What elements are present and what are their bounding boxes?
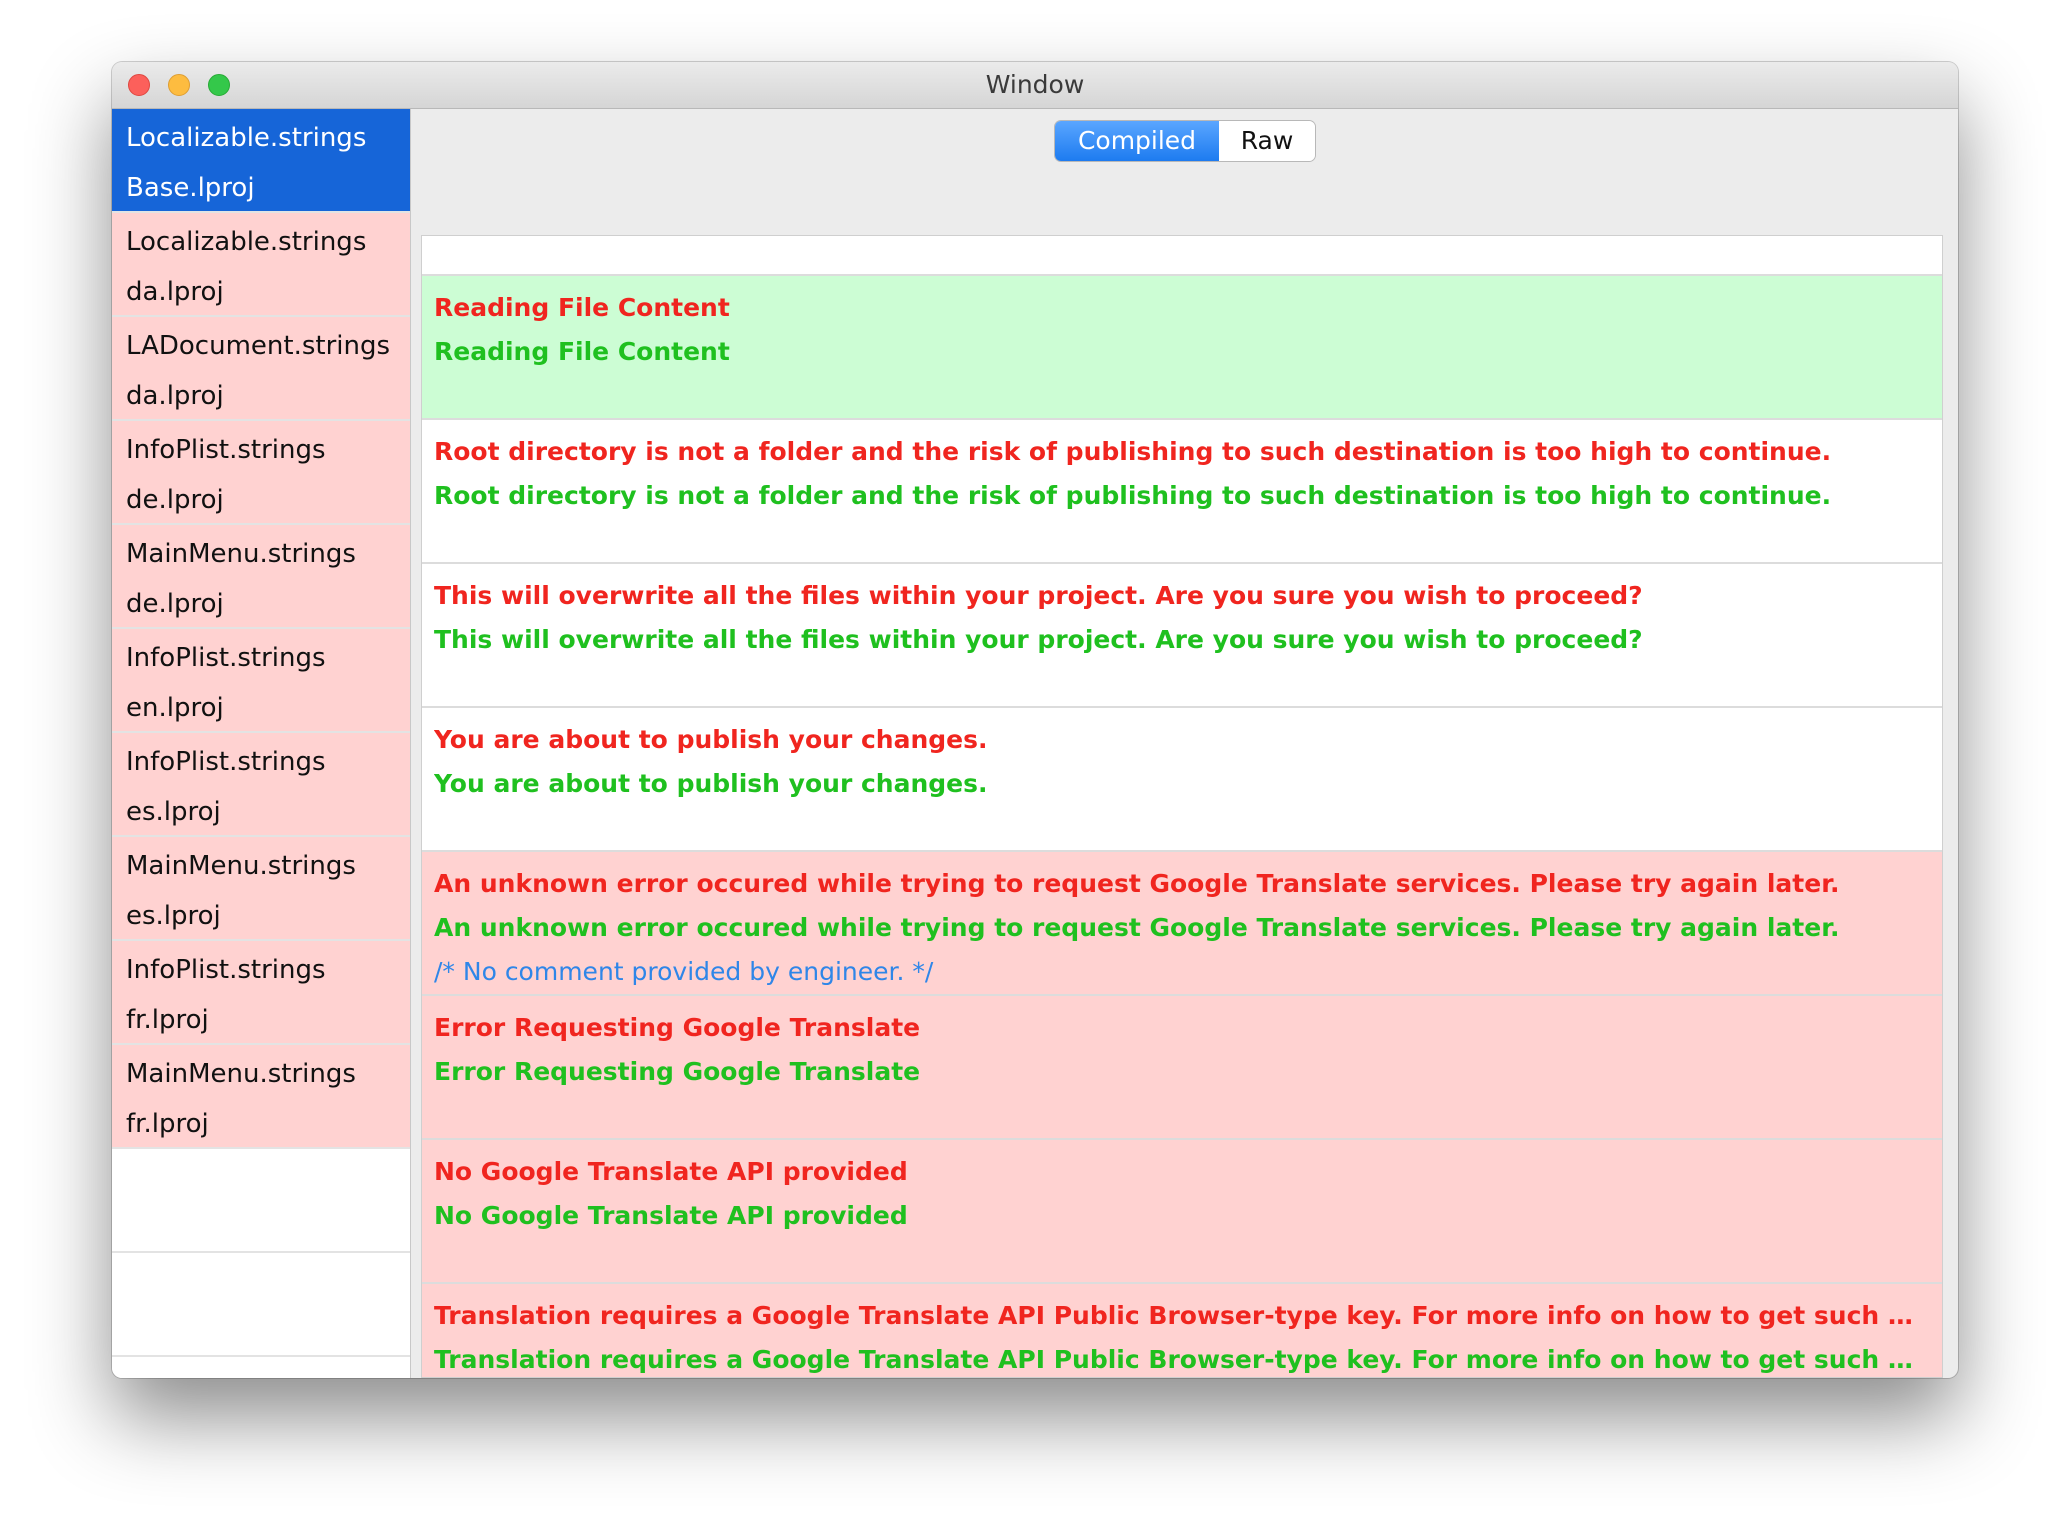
app-window: Window Localizable.strings Base.lproj Loca… <box>112 62 1958 1378</box>
sidebar-file-name: InfoPlist.strings <box>126 643 326 673</box>
sidebar-file-name: MainMenu.strings <box>126 851 356 881</box>
string-key: This will overwrite all the files within… <box>434 581 1643 610</box>
sidebar-file-item[interactable]: InfoPlist.strings de.lproj <box>112 421 410 525</box>
sidebar-folder-name: de.lproj <box>126 589 224 619</box>
sidebar-folder-name: es.lproj <box>126 797 221 827</box>
title-bar[interactable]: Window <box>112 62 1958 109</box>
sidebar-file-item[interactable]: Localizable.strings da.lproj <box>112 213 410 317</box>
sidebar-file-item[interactable]: Localizable.strings Base.lproj <box>112 109 410 213</box>
string-key: Error Requesting Google Translate <box>434 1013 921 1042</box>
table-row[interactable]: No Google Translate API provided No Googl… <box>422 1140 1942 1284</box>
table-row[interactable]: Translation requires a Google Translate … <box>422 1284 1942 1377</box>
sidebar-file-item[interactable]: MainMenu.strings fr.lproj <box>112 1045 410 1149</box>
sidebar-folder-name: es.lproj <box>126 901 221 931</box>
view-mode-segmented-control[interactable]: Compiled Raw <box>1055 121 1315 161</box>
string-key: Root directory is not a folder and the r… <box>434 437 1832 466</box>
window-title: Window <box>985 70 1085 99</box>
file-list: Localizable.strings Base.lproj Localizable… <box>112 109 410 1149</box>
strings-table[interactable]: Reading File Content Reading File Content… <box>421 235 1943 1378</box>
sidebar-folder-name: en.lproj <box>126 693 224 723</box>
sidebar-folder-name: da.lproj <box>126 381 224 411</box>
sidebar-folder-name: fr.lproj <box>126 1005 209 1035</box>
string-key: Reading File Content <box>434 293 730 322</box>
sidebar-file-name: LADocument.strings <box>126 331 391 361</box>
strings-rows: Reading File Content Reading File Content… <box>422 276 1942 1377</box>
sidebar-file-item[interactable]: MainMenu.strings es.lproj <box>112 837 410 941</box>
sidebar-folder-name: Base.lproj <box>126 173 255 203</box>
string-translation: Reading File Content <box>434 337 730 366</box>
sidebar-file-item[interactable]: MainMenu.strings de.lproj <box>112 525 410 629</box>
table-row[interactable]: Root directory is not a folder and the r… <box>422 420 1942 564</box>
string-translation: No Google Translate API provided <box>434 1201 908 1230</box>
sidebar-file-name: InfoPlist.strings <box>126 435 326 465</box>
file-sidebar[interactable]: Localizable.strings Base.lproj Localizable… <box>112 109 411 1378</box>
table-row[interactable]: This will overwrite all the files within… <box>422 564 1942 708</box>
main-pane: Compiled Raw Reading File Content Reading… <box>412 109 1958 1378</box>
string-key: You are about to publish your changes. <box>434 725 988 754</box>
table-row[interactable]: You are about to publish your changes. Yo… <box>422 708 1942 852</box>
raw-segment[interactable]: Raw <box>1219 121 1315 161</box>
string-comment: /* No comment provided by engineer. */ <box>434 957 934 986</box>
table-row[interactable]: Error Requesting Google Translate Error R… <box>422 996 1942 1140</box>
string-translation: An unknown error occured while trying to… <box>434 913 1840 942</box>
sidebar-file-item[interactable]: InfoPlist.strings es.lproj <box>112 733 410 837</box>
table-row[interactable]: An unknown error occured while trying to… <box>422 852 1942 996</box>
sidebar-folder-name: de.lproj <box>126 485 224 515</box>
sidebar-file-item[interactable]: InfoPlist.strings fr.lproj <box>112 941 410 1045</box>
sidebar-file-name: Localizable.strings <box>126 123 367 153</box>
sidebar-file-item[interactable]: InfoPlist.strings en.lproj <box>112 629 410 733</box>
sidebar-file-name: MainMenu.strings <box>126 1059 356 1089</box>
table-header <box>422 236 1942 276</box>
string-translation: Error Requesting Google Translate <box>434 1057 921 1086</box>
string-translation: This will overwrite all the files within… <box>434 625 1643 654</box>
sidebar-folder-name: fr.lproj <box>126 1109 209 1139</box>
sidebar-file-item[interactable]: LADocument.strings da.lproj <box>112 317 410 421</box>
string-key: No Google Translate API provided <box>434 1157 908 1186</box>
string-translation: Translation requires a Google Translate … <box>434 1345 1942 1374</box>
empty-list-row <box>112 1149 410 1253</box>
sidebar-file-name: Localizable.strings <box>126 227 367 257</box>
string-translation: Root directory is not a folder and the r… <box>434 481 1832 510</box>
empty-list-row <box>112 1253 410 1357</box>
string-translation: You are about to publish your changes. <box>434 769 988 798</box>
table-row[interactable]: Reading File Content Reading File Content <box>422 276 1942 420</box>
sidebar-file-name: InfoPlist.strings <box>126 747 326 777</box>
sidebar-file-name: MainMenu.strings <box>126 539 356 569</box>
sidebar-folder-name: da.lproj <box>126 277 224 307</box>
string-key: Translation requires a Google Translate … <box>434 1301 1942 1330</box>
compiled-segment[interactable]: Compiled <box>1055 121 1219 161</box>
sidebar-file-name: InfoPlist.strings <box>126 955 326 985</box>
string-key: An unknown error occured while trying to… <box>434 869 1840 898</box>
